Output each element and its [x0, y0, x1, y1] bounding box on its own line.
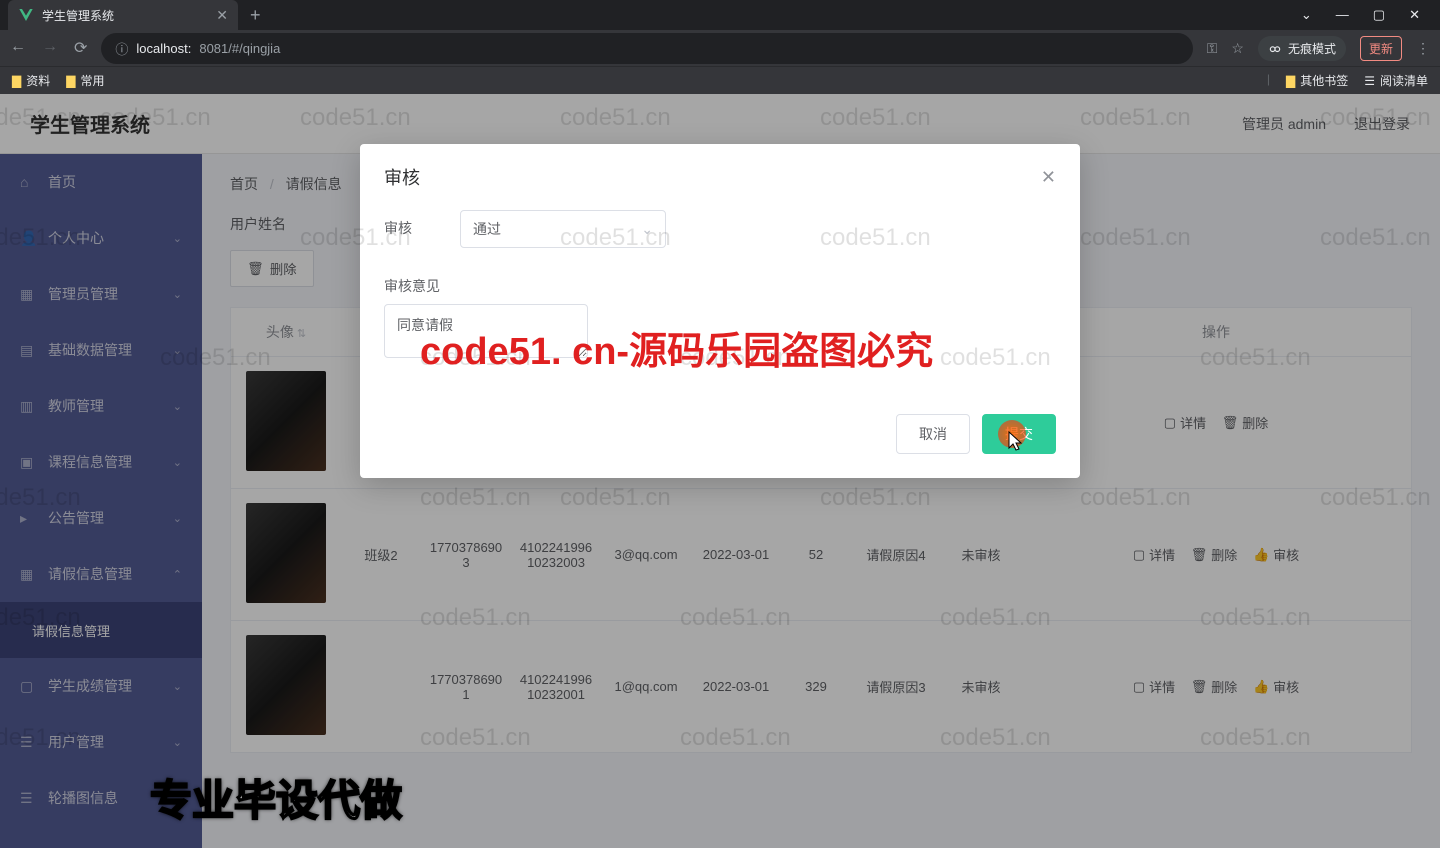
chevron-down-icon[interactable]: ⌄ [1301, 7, 1312, 23]
tab-title: 学生管理系统 [42, 7, 208, 24]
tab-close-icon[interactable]: ✕ [216, 7, 228, 24]
kebab-menu-icon[interactable]: ⋮ [1416, 40, 1430, 57]
browser-chrome: 学生管理系统 ✕ + ⌄ — ▢ ✕ ← → ⟳ ⓘ localhost: 808… [0, 0, 1440, 94]
audit-modal: 审核 ✕ 审核 通过 ⌄ 审核意见 取消 提交 [360, 144, 1080, 478]
forward-button[interactable]: → [42, 38, 58, 58]
close-window-icon[interactable]: ✕ [1409, 7, 1420, 23]
modal-close-button[interactable]: ✕ [1041, 167, 1056, 188]
tab-bar: 学生管理系统 ✕ + ⌄ — ▢ ✕ [0, 0, 1440, 30]
watermark-red: code51. cn-源码乐园盗图必究 [420, 320, 933, 375]
back-button[interactable]: ← [10, 38, 26, 58]
app-root: 学生管理系统 管理员 admin 退出登录 ⌂首页 👤个人中心⌄ ▦管理员管理⌄… [0, 94, 1440, 848]
info-icon: ⓘ [115, 39, 128, 58]
folder-icon: ▇ [1286, 74, 1295, 88]
vue-icon [18, 7, 34, 23]
modal-title: 审核 [384, 164, 420, 190]
cancel-button[interactable]: 取消 [896, 414, 970, 454]
opinion-label: 审核意见 [384, 268, 440, 296]
reading-list[interactable]: ☰阅读清单 [1364, 72, 1428, 89]
incognito-badge[interactable]: 无痕模式 [1258, 36, 1346, 61]
modal-overlay[interactable]: 审核 ✕ 审核 通过 ⌄ 审核意见 取消 提交 [0, 94, 1440, 848]
bookmarks-bar: ▇资料 ▇常用 | ▇其他书签 ☰阅读清单 [0, 66, 1440, 94]
chevron-down-icon: ⌄ [641, 221, 653, 238]
url-input[interactable]: ⓘ localhost: 8081/#/qingjia [101, 33, 1192, 64]
incognito-icon [1268, 41, 1282, 55]
bookmark-folder-2[interactable]: ▇常用 [66, 72, 104, 89]
maximize-icon[interactable]: ▢ [1373, 7, 1385, 23]
list-icon: ☰ [1364, 74, 1375, 88]
window-controls: ⌄ — ▢ ✕ [1301, 7, 1440, 23]
status-select[interactable]: 通过 ⌄ [460, 210, 666, 248]
other-bookmarks[interactable]: ▇其他书签 [1286, 72, 1348, 89]
new-tab-button[interactable]: + [238, 5, 273, 26]
bookmark-folder-1[interactable]: ▇资料 [12, 72, 50, 89]
browser-tab[interactable]: 学生管理系统 ✕ [8, 0, 238, 30]
star-icon[interactable]: ☆ [1231, 40, 1244, 57]
url-path: 8081/#/qingjia [199, 41, 280, 56]
key-icon[interactable]: ⚿ [1207, 40, 1218, 57]
folder-icon: ▇ [66, 74, 75, 88]
folder-icon: ▇ [12, 74, 21, 88]
url-bar: ← → ⟳ ⓘ localhost: 8081/#/qingjia ⚿ ☆ 无痕模… [0, 30, 1440, 66]
reload-button[interactable]: ⟳ [74, 38, 87, 58]
status-label: 审核 [384, 210, 460, 238]
update-button[interactable]: 更新 [1360, 36, 1402, 61]
url-host: localhost: [136, 41, 191, 56]
minimize-icon[interactable]: — [1336, 7, 1349, 23]
divider: | [1267, 72, 1270, 89]
submit-button[interactable]: 提交 [982, 414, 1056, 454]
watermark-bottom: 专业毕设代做 [150, 767, 402, 828]
